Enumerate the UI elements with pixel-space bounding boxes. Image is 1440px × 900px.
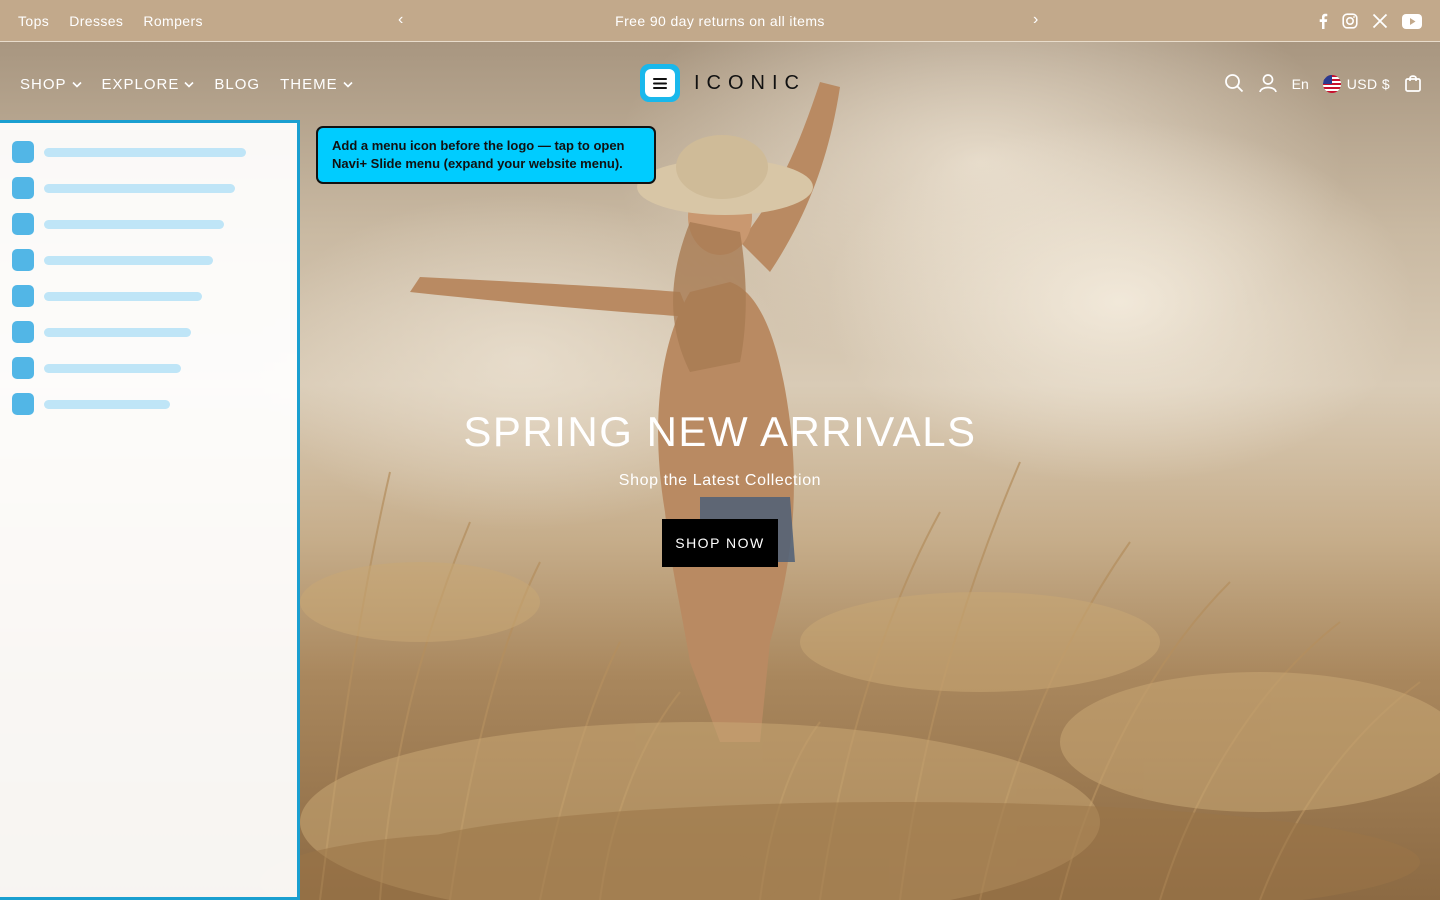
slide-menu-button[interactable] — [640, 64, 680, 102]
account-icon[interactable] — [1258, 73, 1278, 96]
menu-item-icon — [12, 177, 34, 199]
nav-item-shop[interactable]: SHOP — [20, 76, 82, 93]
main-nav: SHOP EXPLORE BLOG THEME — [20, 42, 353, 126]
youtube-icon[interactable] — [1402, 13, 1422, 29]
shop-now-button[interactable]: SHOP NOW — [662, 519, 778, 567]
nav-label: THEME — [280, 75, 338, 93]
currency-label: USD $ — [1346, 76, 1390, 92]
menu-item-placeholder — [44, 147, 246, 157]
menu-item-placeholder — [44, 363, 181, 373]
announcement-bar: Tops Dresses Rompers Free 90 day returns… — [0, 0, 1440, 42]
announcement-message: Free 90 day returns on all items — [615, 13, 825, 29]
cart-icon[interactable] — [1404, 74, 1422, 95]
tooltip-line-2: Navi+ Slide menu (expand your website me… — [332, 156, 623, 171]
menu-item-placeholder — [44, 255, 213, 265]
slide-menu-panel — [0, 120, 300, 900]
menu-item-icon — [12, 213, 34, 235]
announcement-prev-arrow[interactable]: ‹ — [398, 0, 403, 42]
us-flag-icon — [1322, 75, 1341, 93]
menu-skeleton-item[interactable] — [12, 321, 191, 343]
announcement-next-arrow[interactable]: › — [1033, 0, 1038, 42]
hero-title: SPRING NEW ARRIVALS — [463, 408, 977, 455]
nav-item-theme[interactable]: THEME — [280, 76, 353, 93]
menu-item-placeholder — [44, 219, 224, 229]
menu-skeleton-item[interactable] — [12, 249, 213, 271]
header-actions: En USD $ — [1224, 42, 1422, 126]
menu-skeleton-item[interactable] — [12, 285, 202, 307]
nav-item-blog[interactable]: BLOG — [214, 76, 260, 93]
menu-skeleton-item[interactable] — [12, 213, 224, 235]
x-icon[interactable] — [1372, 13, 1388, 29]
menu-item-icon — [12, 321, 34, 343]
site-header: SHOP EXPLORE BLOG THEME ICONIC En USD $ — [0, 42, 1440, 126]
hero-subtitle: Shop the Latest Collection — [618, 472, 822, 489]
social-links — [1318, 0, 1422, 42]
logo-area: ICONIC — [640, 64, 806, 102]
chevron-down-icon — [71, 81, 82, 88]
menu-tooltip: Add a menu icon before the logo — tap to… — [316, 126, 656, 184]
nav-label: SHOP — [20, 75, 67, 93]
facebook-icon[interactable] — [1318, 13, 1328, 29]
tooltip-line-1: Add a menu icon before the logo — tap to… — [332, 138, 625, 153]
nav-item-explore[interactable]: EXPLORE — [102, 76, 195, 93]
instagram-icon[interactable] — [1342, 13, 1358, 29]
menu-item-icon — [12, 357, 34, 379]
menu-item-placeholder — [44, 291, 202, 301]
menu-item-placeholder — [44, 327, 191, 337]
menu-skeleton-item[interactable] — [12, 177, 235, 199]
menu-skeleton-item[interactable] — [12, 141, 246, 163]
language-selector[interactable]: En — [1292, 76, 1309, 92]
hamburger-icon — [653, 77, 667, 89]
menu-skeleton-item[interactable] — [12, 357, 181, 379]
currency-selector[interactable]: USD $ — [1322, 75, 1390, 93]
nav-label: EXPLORE — [101, 75, 180, 93]
menu-item-icon — [12, 285, 34, 307]
nav-label: BLOG — [214, 75, 261, 93]
site-logo[interactable]: ICONIC — [694, 72, 806, 95]
menu-item-placeholder — [44, 183, 235, 193]
menu-item-icon — [12, 141, 34, 163]
menu-item-icon — [12, 249, 34, 271]
chevron-down-icon — [184, 81, 194, 88]
search-icon[interactable] — [1224, 73, 1244, 96]
chevron-down-icon — [343, 81, 353, 88]
